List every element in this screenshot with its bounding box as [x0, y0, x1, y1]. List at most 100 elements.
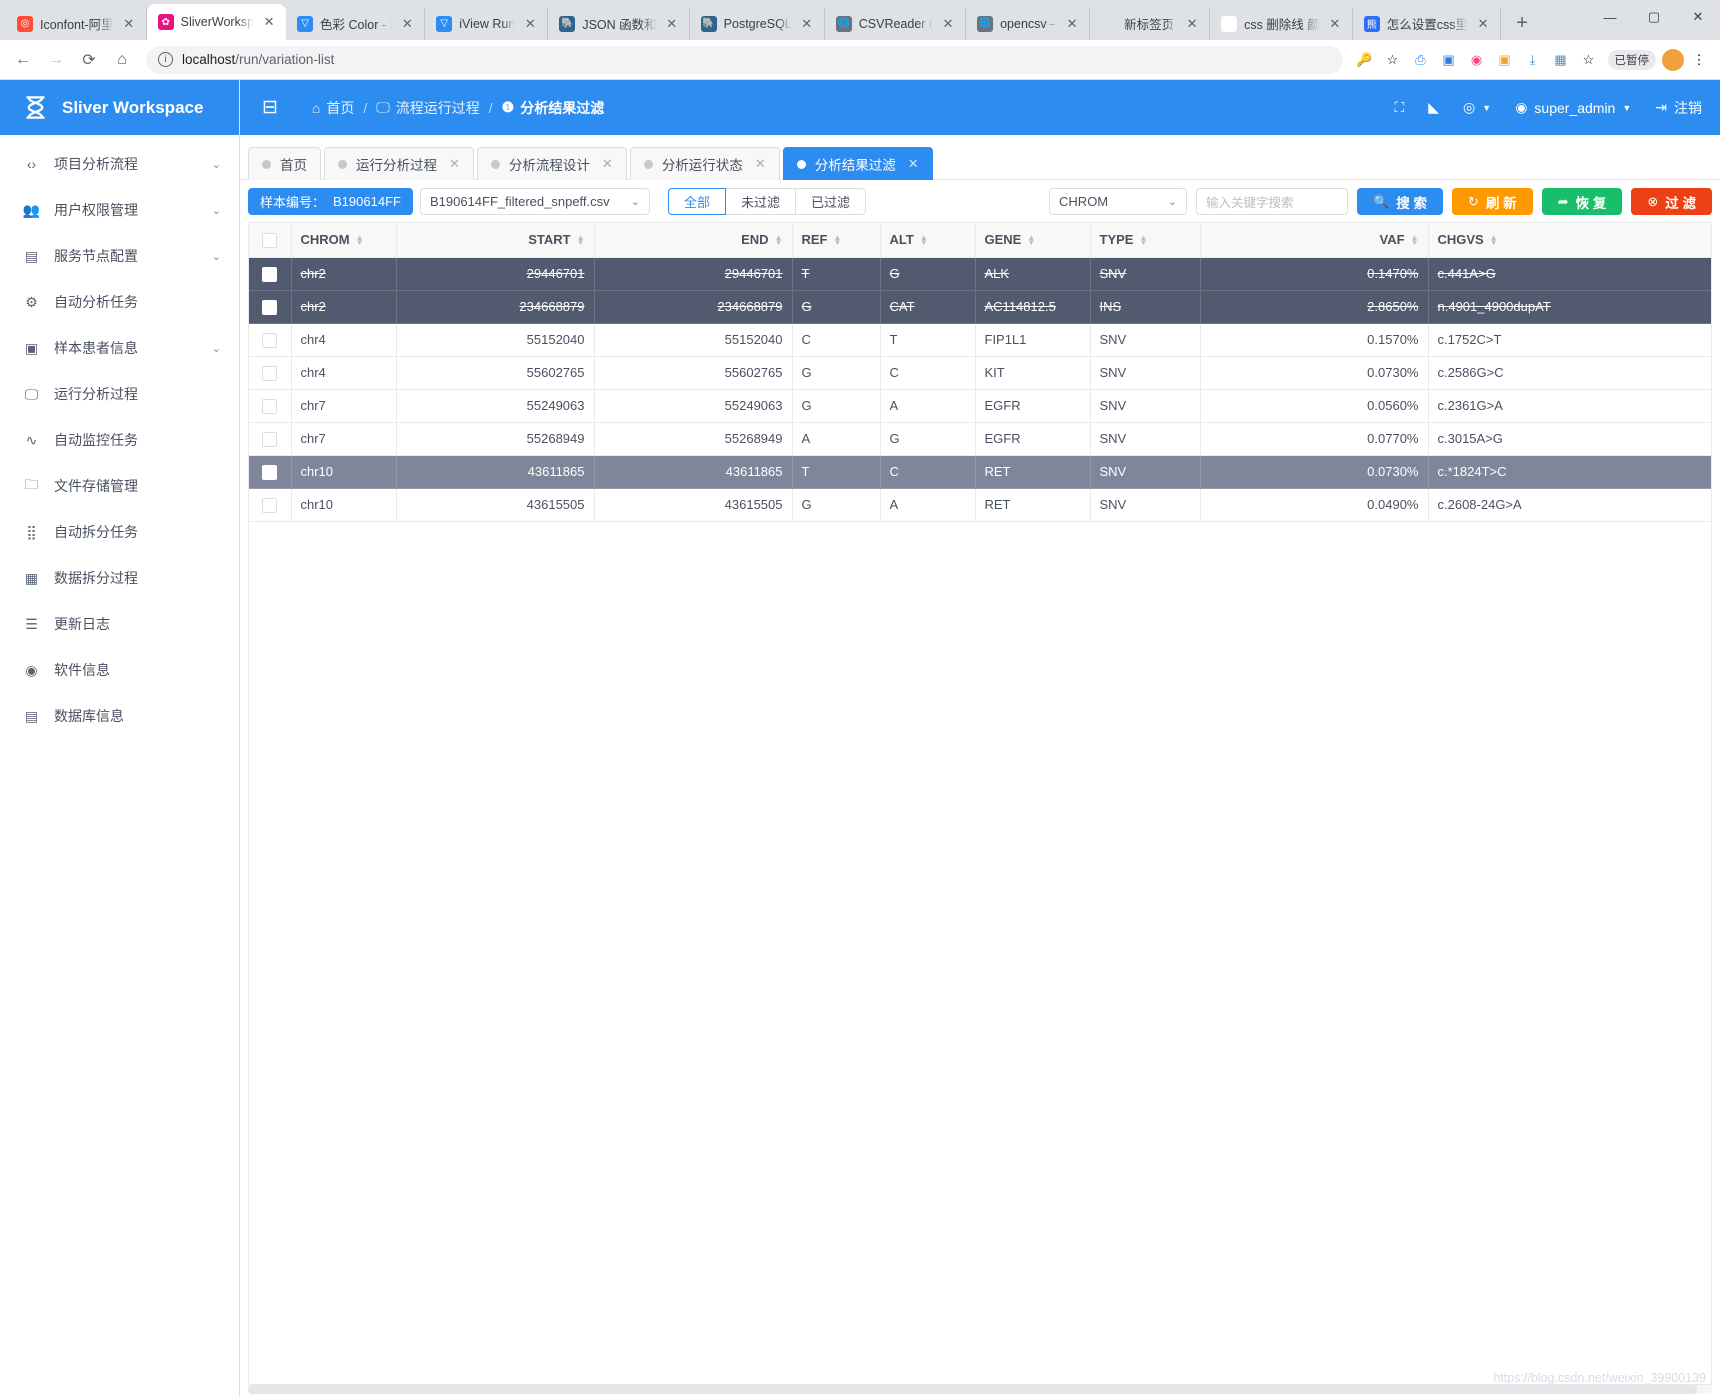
row-checkbox[interactable]	[262, 431, 278, 447]
action-button-3[interactable]: ⊗ 过 滤	[1631, 188, 1712, 215]
row-select-cell[interactable]	[249, 488, 292, 522]
site-info-icon[interactable]: i	[158, 52, 173, 67]
sort-icon[interactable]: ▲ ▼	[1411, 233, 1419, 246]
sort-icon[interactable]: ▲ ▼	[1027, 233, 1035, 246]
column-header-chgvs[interactable]: CHGVS ▲ ▼	[1428, 223, 1711, 258]
maximize-button[interactable]: ▢	[1632, 0, 1676, 34]
sort-icon[interactable]: ▲ ▼	[920, 233, 928, 246]
table-row[interactable]: chr7 55249063 55249063 G A EGFR SNV 0.0560% c.23…	[249, 389, 1711, 423]
page-tab-2[interactable]: 分析流程设计 ✕	[476, 147, 627, 180]
browser-tab-close-icon[interactable]: ✕	[399, 16, 415, 32]
column-header-type[interactable]: TYPE ▲ ▼	[1090, 223, 1201, 258]
browser-tab[interactable]: 新标签页 ✕	[1090, 7, 1211, 40]
row-select-cell[interactable]	[249, 356, 292, 390]
grid-icon[interactable]: ▦	[1548, 47, 1574, 73]
bookmark-icon[interactable]: ☆	[1576, 47, 1602, 73]
sidebar-item-10[interactable]: ☰ 更新日志	[0, 601, 239, 647]
sort-icon[interactable]: ▲ ▼	[1139, 233, 1147, 246]
browser-tab[interactable]: ▽ 色彩 Color - i ✕	[286, 7, 426, 40]
row-select-cell[interactable]	[249, 290, 292, 324]
table-row[interactable]: chr2 234668879 234668879 G CAT AC114812.5 INS 2…	[249, 290, 1711, 324]
column-header-alt[interactable]: ALT ▲ ▼	[880, 223, 976, 258]
column-select[interactable]: CHROM ⌄	[1049, 188, 1188, 215]
sidebar-item-7[interactable]: 🗀 文件存储管理	[0, 463, 239, 509]
breadcrumb-item-1[interactable]: 🖵 流程运行过程	[376, 98, 480, 118]
sidebar-item-4[interactable]: ▣ 样本患者信息 ⌄	[0, 325, 239, 371]
row-select-cell[interactable]	[249, 323, 292, 357]
sidebar-item-9[interactable]: ▦ 数据拆分过程	[0, 555, 239, 601]
column-header-ref[interactable]: REF ▲ ▼	[792, 223, 881, 258]
row-checkbox[interactable]	[262, 497, 278, 513]
back-icon[interactable]: ←	[8, 45, 38, 75]
sidebar-item-2[interactable]: ▤ 服务节点配置 ⌄	[0, 233, 239, 279]
translate-icon[interactable]: ⎙	[1408, 47, 1434, 73]
table-row[interactable]: chr7 55268949 55268949 A G EGFR SNV 0.0770% c.30…	[249, 422, 1711, 456]
browser-tab[interactable]: Gcss 删除线 颜 ✕	[1210, 7, 1353, 40]
address-bar[interactable]: i localhost/run/variation-list	[146, 45, 1343, 74]
page-tab-close-icon[interactable]: ✕	[908, 156, 919, 172]
browser-tab[interactable]: 🌐 CSVReader (✕	[825, 7, 967, 40]
page-tab-close-icon[interactable]: ✕	[602, 156, 613, 172]
column-header-end[interactable]: END ▲ ▼	[594, 223, 793, 258]
browser-tab-close-icon[interactable]: ✕	[522, 16, 538, 32]
sidebar-item-6[interactable]: ∿ 自动监控任务	[0, 417, 239, 463]
page-tab-3[interactable]: 分析运行状态 ✕	[629, 147, 780, 180]
browser-tab-close-icon[interactable]: ✕	[799, 16, 815, 32]
row-select-cell[interactable]	[249, 257, 292, 291]
sort-icon[interactable]: ▲ ▼	[1490, 233, 1498, 246]
breadcrumb-item-0[interactable]: ⌂ 首页	[312, 98, 354, 118]
browser-tab-close-icon[interactable]: ✕	[1475, 16, 1491, 32]
table-row[interactable]: chr10 43611865 43611865 T C RET SNV 0.0730% c.*1…	[249, 455, 1711, 489]
column-header-chrom[interactable]: CHROM ▲ ▼	[291, 223, 397, 258]
browser-tab-close-icon[interactable]: ✕	[664, 16, 680, 32]
scrollbar-thumb[interactable]	[248, 1385, 1698, 1394]
sidebar-item-3[interactable]: ⚙ 自动分析任务	[0, 279, 239, 325]
page-tab-1[interactable]: 运行分析过程 ✕	[324, 147, 474, 180]
browser-tab[interactable]: 🌐 opencsv – ✕	[966, 7, 1091, 40]
sidebar-item-11[interactable]: ◉ 软件信息	[0, 647, 239, 693]
sidebar-item-8[interactable]: ⣿ 自动拆分任务	[0, 509, 239, 555]
table-row[interactable]: chr4 55152040 55152040 C T FIP1L1 SNV 0.1570% c.…	[249, 323, 1711, 357]
page-tab-close-icon[interactable]: ✕	[449, 156, 460, 172]
search-input[interactable]: 输入关键字搜索	[1196, 188, 1349, 215]
browser-tab-close-icon[interactable]: ✕	[940, 16, 956, 32]
browser-tab-close-icon[interactable]: ✕	[1327, 16, 1343, 32]
key-icon[interactable]: 🔑	[1352, 47, 1378, 73]
home-icon[interactable]: ⌂	[107, 45, 137, 75]
dribbble-icon[interactable]: ◉	[1464, 47, 1490, 73]
user-menu[interactable]: ◉ super_admin ▼	[1515, 99, 1631, 116]
sort-icon[interactable]: ▲ ▼	[775, 233, 783, 246]
profile-avatar[interactable]	[1662, 48, 1684, 71]
horizontal-scrollbar[interactable]	[248, 1385, 1712, 1394]
action-button-0[interactable]: 🔍 搜 索	[1357, 188, 1443, 215]
table-row[interactable]: chr2 29446701 29446701 T G ALK SNV 0.1470% c.441…	[249, 257, 1711, 291]
action-button-2[interactable]: ➦ 恢 复	[1541, 188, 1623, 215]
row-checkbox[interactable]	[262, 266, 278, 282]
row-select-cell[interactable]	[249, 389, 292, 423]
logout-button[interactable]: ⇥ 注销	[1655, 98, 1702, 118]
sidebar-item-12[interactable]: ▤ 数据库信息	[0, 693, 239, 739]
sidebar-item-1[interactable]: 👥 用户权限管理 ⌄	[0, 187, 239, 233]
column-header-sel[interactable]	[249, 223, 292, 258]
breadcrumb-item-2[interactable]: ❶ 分析结果过滤	[502, 98, 605, 118]
row-checkbox[interactable]	[262, 398, 278, 414]
fullscreen-icon[interactable]: ⛶	[1394, 99, 1404, 116]
row-checkbox[interactable]	[262, 332, 278, 348]
close-window-button[interactable]: ✕	[1676, 0, 1720, 34]
sort-icon[interactable]: ▲ ▼	[577, 233, 585, 246]
reload-icon[interactable]: ⟳	[74, 45, 104, 75]
browser-tab[interactable]: ✿ SliverWorksp ✕	[146, 4, 287, 40]
row-checkbox[interactable]	[262, 365, 278, 381]
browser-tab-close-icon[interactable]: ✕	[1184, 16, 1200, 32]
star-icon[interactable]: ☆	[1380, 47, 1406, 73]
filter-button-2[interactable]: 已过滤	[794, 188, 866, 215]
row-checkbox[interactable]	[262, 464, 278, 480]
row-select-cell[interactable]	[249, 455, 292, 489]
minimize-button[interactable]: —	[1588, 0, 1632, 34]
browser-tab[interactable]: 熊怎么设置css里 ✕	[1353, 7, 1502, 40]
browser-tab-close-icon[interactable]: ✕	[1064, 16, 1080, 32]
browser-tab[interactable]: 🐘 PostgreSQL ✕	[690, 7, 825, 40]
forward-icon[interactable]: →	[41, 45, 71, 75]
action-button-1[interactable]: ↻ 刷 新	[1451, 188, 1533, 215]
browser-tab[interactable]: ▽ iView Run ✕	[425, 7, 549, 40]
